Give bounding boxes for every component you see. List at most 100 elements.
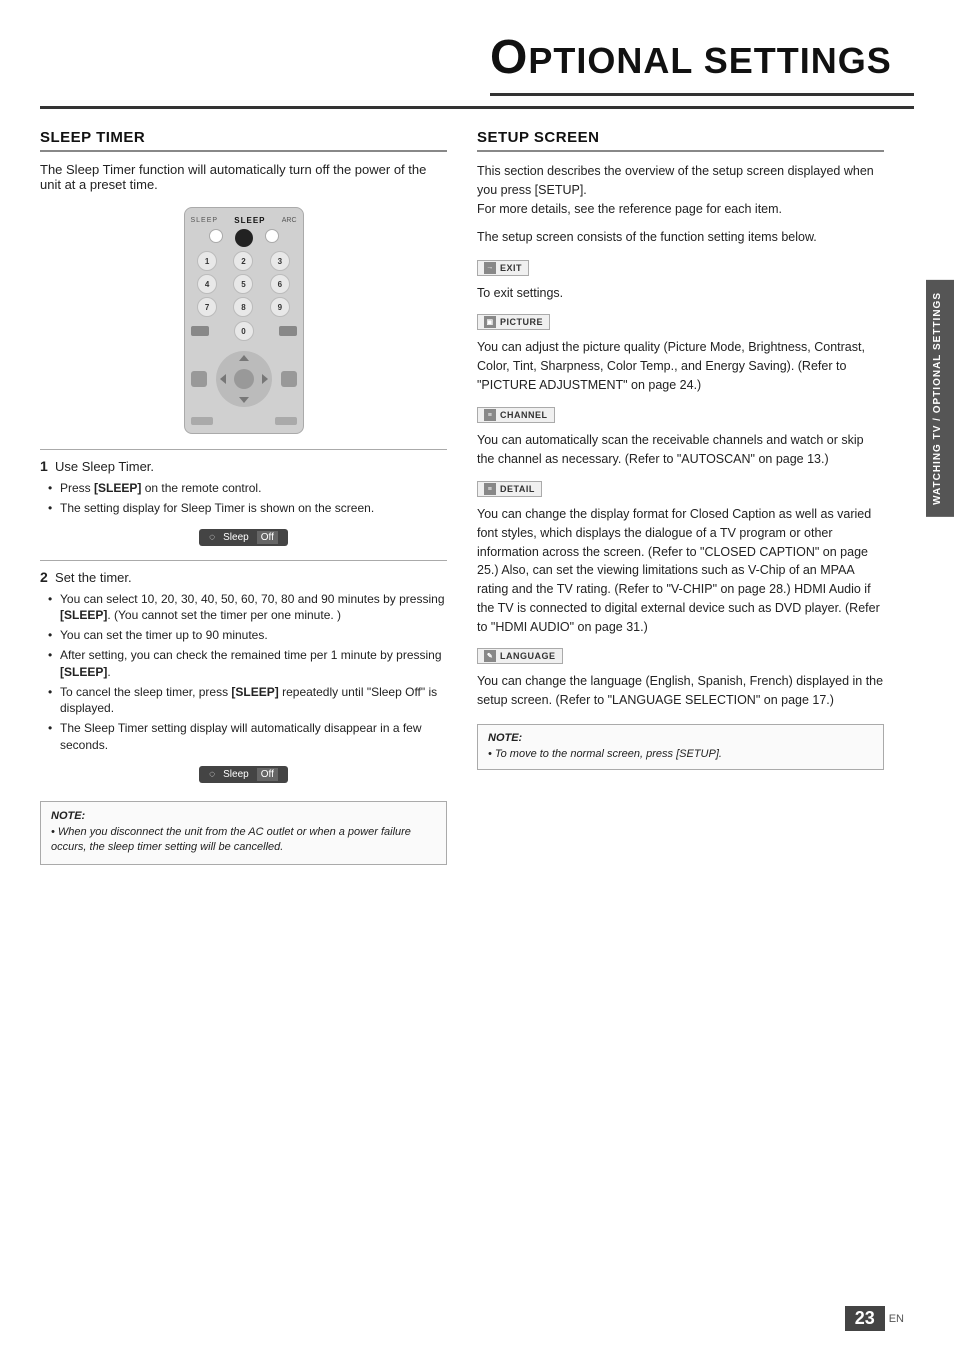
language-icon: ✎ — [484, 650, 496, 662]
chapter-title-o: O — [490, 31, 528, 84]
remote-mid2 — [191, 345, 297, 413]
setup-items-list: → EXIT To exit settings. ▣ PICTURE You c… — [477, 257, 884, 710]
detail-description: You can change the display format for Cl… — [477, 505, 884, 636]
sleep-timer-intro: The Sleep Timer function will automatica… — [40, 162, 447, 192]
step1-divider — [40, 449, 447, 450]
language-description: You can change the language (English, Sp… — [477, 672, 884, 710]
remote-btn-5: 5 — [233, 274, 253, 294]
sleep-icon-2: ◌ — [209, 769, 215, 780]
step2-bullet-3: After setting, you can check the remaine… — [48, 647, 447, 681]
setup-intro-text2: For more details, see the reference page… — [477, 202, 782, 216]
step2-bullet-4: To cancel the sleep timer, press [SLEEP]… — [48, 684, 447, 718]
step1-bullets: Press [SLEEP] on the remote control. The… — [40, 480, 447, 517]
remote-sleep-btn — [209, 229, 223, 243]
page-lang: EN — [889, 1313, 904, 1325]
chapter-title: OPTIONAL SETTINGS — [490, 30, 914, 96]
exit-badge: → EXIT — [477, 260, 529, 276]
remote-btn-6: 6 — [270, 274, 290, 294]
sleep-display-1-wrap: ◌ Sleep Off — [40, 523, 447, 552]
remote-nav — [216, 351, 272, 407]
detail-badge: ≡ DETAIL — [477, 481, 542, 497]
remote-bottom — [191, 417, 297, 425]
remote-btn-8: 8 — [233, 297, 253, 317]
remote-sleep-label: SLEEP — [234, 216, 265, 225]
remote-bottom-r — [275, 417, 297, 425]
remote-btn-0: 0 — [234, 321, 254, 341]
channel-badge: ≡ CHANNEL — [477, 407, 555, 423]
setup-note: NOTE: • To move to the normal screen, pr… — [477, 724, 884, 770]
setup-intro-1: This section describes the overview of t… — [477, 162, 884, 218]
exit-label: EXIT — [500, 263, 522, 273]
remote-nav-inner — [234, 369, 254, 389]
remote-arc-label: ARC — [282, 217, 297, 224]
chapter-title-rest: PTIONAL SETTINGS — [528, 40, 891, 81]
side-tab: WATCHING TV / OPTIONAL SETTINGS — [926, 280, 954, 517]
setup-note-text: • To move to the normal screen, press [S… — [488, 747, 873, 762]
step2-text: Set the timer. — [55, 570, 132, 585]
remote-rect-right — [279, 326, 297, 336]
setup-intro-3: The setup screen consists of the functio… — [477, 228, 884, 247]
step2-bullets: You can select 10, 20, 30, 40, 50, 60, 7… — [40, 591, 447, 754]
step1-bullet-2: The setting display for Sleep Timer is s… — [48, 500, 447, 517]
setup-item-detail: ≡ DETAIL You can change the display form… — [477, 479, 884, 637]
picture-badge: ▣ PICTURE — [477, 314, 550, 330]
step1-intro: 1 Use Sleep Timer. — [40, 458, 447, 474]
page-number: 23 — [845, 1306, 885, 1331]
remote-btn-4: 4 — [197, 274, 217, 294]
remote-rect-left — [191, 326, 209, 336]
sleep-label-2: Sleep — [223, 769, 249, 780]
setup-item-exit: → EXIT To exit settings. — [477, 257, 884, 302]
remote-mid-row: 0 — [191, 321, 297, 341]
remote-box: SLEEP SLEEP ARC 1 2 3 4 5 6 7 — [184, 207, 304, 434]
page-number-area: 23 EN — [845, 1306, 904, 1331]
remote-btn-7: 7 — [197, 297, 217, 317]
step2-number: 2 — [40, 569, 48, 585]
step1-number: 1 — [40, 458, 48, 474]
setup-screen-section: SETUP SCREEN This section describes the … — [477, 129, 914, 865]
sleep-timer-note-text: • When you disconnect the unit from the … — [51, 825, 436, 856]
step1-bullet-1: Press [SLEEP] on the remote control. — [48, 480, 447, 497]
remote-btn-1: 1 — [197, 251, 217, 271]
remote-top-row: SLEEP SLEEP ARC — [191, 216, 297, 225]
sleep-timer-note: NOTE: • When you disconnect the unit fro… — [40, 801, 447, 865]
remote-side-btn-l — [191, 371, 207, 387]
step2-intro: 2 Set the timer. — [40, 569, 447, 585]
language-label: LANGUAGE — [500, 651, 556, 661]
language-badge: ✎ LANGUAGE — [477, 648, 563, 664]
main-content: SLEEP TIMER The Sleep Timer function wil… — [0, 109, 954, 885]
sleep-display-2-wrap: ◌ Sleep Off — [40, 760, 447, 789]
remote-btn-2: 2 — [233, 251, 253, 271]
off-label-1: Off — [257, 531, 278, 544]
picture-label: PICTURE — [500, 317, 543, 327]
step2-bullet-1: You can select 10, 20, 30, 40, 50, 60, 7… — [48, 591, 447, 625]
setup-item-language: ✎ LANGUAGE You can change the language (… — [477, 646, 884, 710]
sleep-display-1: ◌ Sleep Off — [199, 529, 288, 546]
remote-sleep-text: SLEEP — [191, 217, 219, 224]
detail-icon: ≡ — [484, 483, 496, 495]
sleep-icon-1: ◌ — [209, 532, 215, 543]
exit-icon: → — [484, 262, 496, 274]
picture-icon: ▣ — [484, 316, 496, 328]
sleep-timer-section: SLEEP TIMER The Sleep Timer function wil… — [40, 129, 447, 865]
sleep-timer-heading: SLEEP TIMER — [40, 129, 447, 152]
sleep-label-1: Sleep — [223, 532, 249, 543]
channel-icon: ≡ — [484, 409, 496, 421]
off-label-2: Off — [257, 768, 278, 781]
setup-intro-text1: This section describes the overview of t… — [477, 164, 874, 197]
step2-divider — [40, 560, 447, 561]
setup-item-channel: ≡ CHANNEL You can automatically scan the… — [477, 405, 884, 469]
sleep-display-2: ◌ Sleep Off — [199, 766, 288, 783]
setup-item-picture: ▣ PICTURE You can adjust the picture qua… — [477, 312, 884, 394]
remote-top-buttons — [191, 229, 297, 247]
remote-btn-9: 9 — [270, 297, 290, 317]
remote-side-btn-r — [281, 371, 297, 387]
remote-power-btn — [235, 229, 253, 247]
channel-label: CHANNEL — [500, 410, 548, 420]
sleep-timer-note-title: NOTE: — [51, 810, 436, 822]
remote-btn-3: 3 — [270, 251, 290, 271]
channel-description: You can automatically scan the receivabl… — [477, 431, 884, 469]
remote-illustration: SLEEP SLEEP ARC 1 2 3 4 5 6 7 — [40, 207, 447, 434]
setup-screen-heading: SETUP SCREEN — [477, 129, 884, 152]
detail-label: DETAIL — [500, 484, 535, 494]
remote-extra-btn — [265, 229, 279, 243]
